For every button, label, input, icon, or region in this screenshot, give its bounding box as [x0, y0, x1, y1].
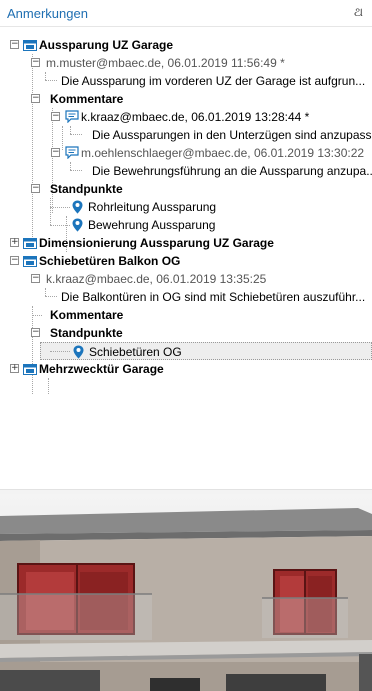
- topic-label: Mehrzwecktür Garage: [39, 362, 164, 376]
- viewpoint-row[interactable]: Bewehrung Aussparung: [0, 216, 372, 234]
- comments-row[interactable]: Kommentare: [0, 306, 372, 324]
- comments-label: Kommentare: [50, 308, 124, 322]
- comment-text-row[interactable]: Die Aussparungen in den Unterzügen sind …: [0, 126, 372, 144]
- comment-author-row[interactable]: − m.oehlenschlaeger@mbaec.de, 06.01.2019…: [0, 144, 372, 162]
- topic-label: Aussparung UZ Garage: [39, 38, 174, 52]
- collapse-toggle[interactable]: −: [10, 40, 19, 49]
- comment-author-line: m.oehlenschlaeger@mbaec.de, 06.01.2019 1…: [81, 146, 365, 160]
- viewpoints-label: Standpunkte: [50, 326, 123, 340]
- collapse-toggle[interactable]: −: [51, 112, 60, 121]
- note-text: Die Balkontüren in OG sind mit Schiebetü…: [61, 290, 366, 304]
- viewpoint-label: Schiebetüren OG: [89, 345, 182, 359]
- building-render: [0, 494, 372, 691]
- map-pin-icon: [73, 345, 84, 359]
- topic-row[interactable]: − Schiebetüren Balkon OG: [0, 252, 372, 270]
- expand-toggle[interactable]: +: [10, 364, 19, 373]
- collapse-toggle[interactable]: −: [51, 148, 60, 157]
- comment-author-row[interactable]: − k.kraaz@mbaec.de, 06.01.2019 13:28:44 …: [0, 108, 372, 126]
- topic-label: Schiebetüren Balkon OG: [39, 254, 181, 268]
- collapse-toggle[interactable]: −: [31, 328, 40, 337]
- topic-row[interactable]: + Dimensionierung Aussparung UZ Garage: [0, 234, 372, 252]
- author-line: m.muster@mbaec.de, 06.01.2019 11:56:49 *: [46, 56, 285, 70]
- topic-label: Dimensionierung Aussparung UZ Garage: [39, 236, 274, 250]
- comments-row[interactable]: − Kommentare: [0, 90, 372, 108]
- pin-icon[interactable]: ଥ: [354, 5, 363, 20]
- folder-window-icon: [23, 238, 37, 249]
- folder-window-icon: [23, 256, 37, 267]
- tree-line: [50, 351, 70, 352]
- panel-titlebar: Anmerkungen ଥ: [0, 0, 372, 26]
- annotations-panel: Anmerkungen ଥ − Aussparung UZ Garage − m…: [0, 0, 372, 691]
- map-pin-icon: [72, 200, 83, 214]
- author-line: k.kraaz@mbaec.de, 06.01.2019 13:35:25: [46, 272, 267, 286]
- comment-text-row[interactable]: Die Bewehrungsführung an die Aussparung …: [0, 162, 372, 180]
- speech-bubble-icon: [65, 146, 79, 159]
- viewpoint-label: Rohrleitung Aussparung: [88, 200, 217, 214]
- viewpoints-row[interactable]: − Standpunkte: [0, 180, 372, 198]
- comment-text: Die Bewehrungsführung an die Aussparung …: [92, 164, 372, 178]
- viewpoint-preview-image: [0, 494, 372, 691]
- author-row[interactable]: − m.muster@mbaec.de, 06.01.2019 11:56:49…: [0, 54, 372, 72]
- title-divider: [0, 26, 372, 27]
- viewpoints-row[interactable]: − Standpunkte: [0, 324, 372, 342]
- folder-window-icon: [23, 364, 37, 375]
- note-text: Die Aussparung im vorderen UZ der Garage…: [61, 74, 366, 88]
- folder-window-icon: [23, 40, 37, 51]
- tree-line: [48, 378, 49, 394]
- author-row[interactable]: − k.kraaz@mbaec.de, 06.01.2019 13:35:25: [0, 270, 372, 288]
- collapse-toggle[interactable]: −: [31, 184, 40, 193]
- speech-bubble-icon: [65, 110, 79, 123]
- comment-text: Die Aussparungen in den Unterzügen sind …: [92, 128, 372, 142]
- collapse-toggle[interactable]: −: [31, 94, 40, 103]
- comments-label: Kommentare: [50, 92, 124, 106]
- viewpoint-row[interactable]: Rohrleitung Aussparung: [0, 198, 372, 216]
- topic-row[interactable]: + Mehrzwecktür Garage: [0, 360, 372, 378]
- collapse-toggle[interactable]: −: [31, 274, 40, 283]
- collapse-toggle[interactable]: −: [31, 58, 40, 67]
- expand-toggle[interactable]: +: [10, 238, 19, 247]
- viewpoints-label: Standpunkte: [50, 182, 123, 196]
- viewpoint-row-selected[interactable]: Schiebetüren OG: [40, 342, 372, 360]
- topic-row[interactable]: − Aussparung UZ Garage: [0, 36, 372, 54]
- panel-title: Anmerkungen: [7, 6, 88, 21]
- map-pin-icon: [72, 218, 83, 232]
- collapse-toggle[interactable]: −: [10, 256, 19, 265]
- viewpoint-label: Bewehrung Aussparung: [88, 218, 216, 232]
- comment-author-line: k.kraaz@mbaec.de, 06.01.2019 13:28:44 *: [81, 110, 310, 124]
- note-text-row[interactable]: Die Aussparung im vorderen UZ der Garage…: [0, 72, 372, 90]
- note-text-row[interactable]: Die Balkontüren in OG sind mit Schiebetü…: [0, 288, 372, 306]
